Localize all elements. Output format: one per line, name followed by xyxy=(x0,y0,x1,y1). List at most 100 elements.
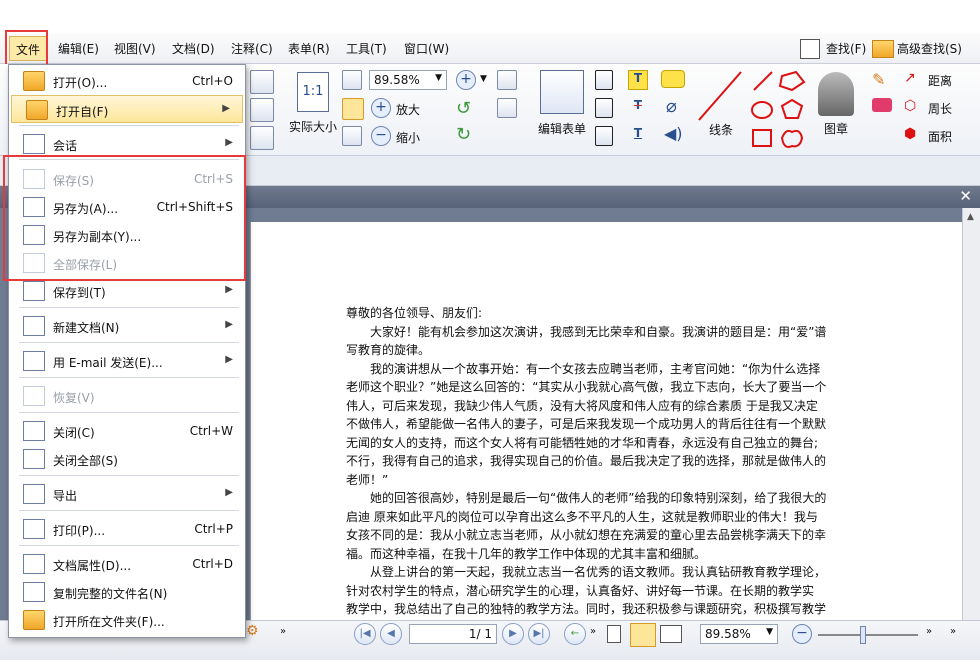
callout-icon[interactable] xyxy=(595,126,613,146)
vertical-scrollbar[interactable]: ▲ xyxy=(962,208,980,626)
rotate-right-icon[interactable]: ↻ xyxy=(456,124,471,145)
menu-window[interactable]: 窗口(W) xyxy=(404,40,449,57)
back-icon[interactable]: ← xyxy=(564,623,586,645)
menu-edit[interactable]: 编辑(E) xyxy=(58,40,99,57)
scroll-up-icon[interactable]: ▲ xyxy=(967,212,974,222)
actual-size-icon[interactable]: 1:1 xyxy=(297,72,329,112)
statusbar-more2-icon[interactable]: » xyxy=(950,626,956,637)
zoom-select[interactable]: 89.58% ▼ xyxy=(369,70,447,90)
menu-row-0[interactable]: 打开(O)... Ctrl+O xyxy=(9,67,245,95)
stamp-label[interactable]: 图章 xyxy=(824,120,848,137)
zoom-in-icon[interactable]: + xyxy=(371,98,391,118)
submenu-arrow-icon: ▶ xyxy=(225,319,233,330)
advanced-find-button[interactable]: 高级查找(S) xyxy=(897,40,962,57)
stamp-icon[interactable] xyxy=(818,72,854,116)
select-icon[interactable] xyxy=(250,126,274,150)
area-icon[interactable]: ⬢ xyxy=(904,126,916,142)
menu-separator xyxy=(19,342,239,343)
first-page-icon[interactable]: |◀ xyxy=(354,623,376,645)
zoom-out-label[interactable]: 缩小 xyxy=(396,129,420,146)
menu-separator xyxy=(19,510,239,511)
rotate-left-icon[interactable]: ↺ xyxy=(456,98,471,119)
perimeter-icon[interactable]: ⬡ xyxy=(904,98,916,114)
menu-row-13[interactable]: 导出 ▶ xyxy=(9,480,245,508)
zoom-in-label[interactable]: 放大 xyxy=(396,101,420,118)
menu-row-17[interactable]: 打开所在文件夹(F)... xyxy=(9,606,245,634)
menu-row-label: 复制完整的文件名(N) xyxy=(53,587,168,601)
statusbar-more-icon[interactable]: » xyxy=(926,626,932,637)
underline-icon[interactable]: T xyxy=(628,126,648,146)
menu-row-2[interactable]: 会话 ▶ xyxy=(9,130,245,158)
strikeout-icon[interactable]: T xyxy=(628,98,648,118)
next-page-icon[interactable]: ▶ xyxy=(502,623,524,645)
distance-label[interactable]: 距离 xyxy=(928,72,952,89)
menu-row-9[interactable]: 用 E-mail 发送(E)... ▶ xyxy=(9,347,245,375)
history-dropdown-icon[interactable]: » xyxy=(590,626,596,637)
single-page-icon[interactable] xyxy=(607,625,621,643)
menu-view[interactable]: 视图(V) xyxy=(114,40,156,57)
expand-icon[interactable]: » xyxy=(280,626,286,637)
zoom-slider-track[interactable] xyxy=(818,634,918,636)
menu-row-label: 保存到(T) xyxy=(53,286,106,300)
textbox-icon[interactable] xyxy=(595,98,613,118)
fit-width-icon[interactable] xyxy=(342,98,364,120)
actual-size-label[interactable]: 实际大小 xyxy=(289,118,337,135)
menu-row-16[interactable]: 复制完整的文件名(N) xyxy=(9,578,245,606)
menu-tools[interactable]: 工具(T) xyxy=(346,40,387,57)
text-field-icon[interactable] xyxy=(497,98,517,118)
menu-document[interactable]: 文档(D) xyxy=(172,40,215,57)
menu-comment[interactable]: 注释(C) xyxy=(231,40,273,57)
printer-icon xyxy=(23,519,45,539)
note-icon[interactable] xyxy=(661,70,685,88)
zoom-out-icon[interactable]: − xyxy=(371,126,391,146)
facing-page-icon[interactable] xyxy=(660,625,682,643)
highlight-text-icon[interactable]: T xyxy=(628,70,648,90)
menu-row-15[interactable]: 文档属性(D)... Ctrl+D xyxy=(9,550,245,578)
sound-icon[interactable]: ◀) xyxy=(664,124,683,143)
previous-page-icon[interactable]: ◀ xyxy=(380,623,402,645)
find-button[interactable]: 查找(F) xyxy=(826,40,866,57)
area-label[interactable]: 面积 xyxy=(928,128,952,145)
file-dropdown-menu: 打开(O)... Ctrl+O 打开自(F) ▶ 会话 ▶ 保存(S) Ctrl+S 另存为(A… xyxy=(8,64,246,638)
submenu-arrow-icon: ▶ xyxy=(225,137,233,148)
new-document-icon xyxy=(23,316,45,336)
statusbar-zoom-out-icon[interactable]: − xyxy=(792,624,812,644)
close-tab-icon[interactable]: ✕ xyxy=(959,187,972,205)
settings-gear-icon[interactable]: ⚙ xyxy=(246,623,259,639)
perimeter-label[interactable]: 周长 xyxy=(928,100,952,117)
menu-row-8[interactable]: 新建文档(N) ▶ xyxy=(9,312,245,340)
attachment-icon[interactable]: ⌀ xyxy=(666,96,677,117)
zoom-dropdown-icon[interactable]: ▼ xyxy=(480,74,487,84)
fit-page-icon[interactable] xyxy=(342,70,362,90)
zoom-slider-handle[interactable] xyxy=(860,626,866,644)
paste-icon[interactable] xyxy=(250,98,274,122)
eraser-icon[interactable] xyxy=(872,98,892,112)
menu-form[interactable]: 表单(R) xyxy=(288,40,330,57)
document-line: 教学中，我总结出了自己的独特的教学方法。同时，我还积极参与课题研究，积极撰写教学 xyxy=(346,602,827,616)
statusbar-zoom-select[interactable]: 89.58% ▼ xyxy=(700,624,778,644)
menu-row-label: 打开自(F) xyxy=(56,105,109,119)
page-number-input[interactable]: 1/ 1 xyxy=(409,624,497,644)
pencil-icon[interactable]: ✎ xyxy=(872,70,885,89)
zoom-in-magnifier-icon[interactable]: + xyxy=(456,70,476,90)
menu-row-1[interactable]: 打开自(F) ▶ xyxy=(11,95,243,123)
form-field-icon[interactable] xyxy=(497,70,517,90)
last-page-icon[interactable]: ▶| xyxy=(528,623,550,645)
menu-row-12[interactable]: 关闭全部(S) xyxy=(9,445,245,473)
fit-visible-icon[interactable] xyxy=(342,126,362,146)
menu-separator xyxy=(19,307,239,308)
lines-label[interactable]: 线条 xyxy=(709,121,733,138)
menu-row-11[interactable]: 关闭(C) Ctrl+W xyxy=(9,417,245,445)
document-line: 她的回答很高妙，特别是最后一句“做伟人的老师”给我的印象特别深刻，给了我很大的 xyxy=(346,491,827,505)
distance-icon[interactable]: ↗ xyxy=(904,70,916,86)
edit-form-label[interactable]: 编辑表单 xyxy=(538,120,586,137)
typewriter-icon[interactable] xyxy=(595,70,613,90)
line-tool-icon[interactable] xyxy=(695,68,745,124)
shape-tools-icon[interactable] xyxy=(750,68,810,152)
menu-row-14[interactable]: 打印(P)... Ctrl+P xyxy=(9,515,245,543)
menu-row-7[interactable]: 保存到(T) ▶ xyxy=(9,277,245,305)
continuous-page-icon[interactable] xyxy=(630,623,656,647)
menu-row-label: 恢复(V) xyxy=(53,391,95,405)
edit-form-icon[interactable] xyxy=(540,70,584,114)
camera-icon[interactable] xyxy=(250,70,274,94)
